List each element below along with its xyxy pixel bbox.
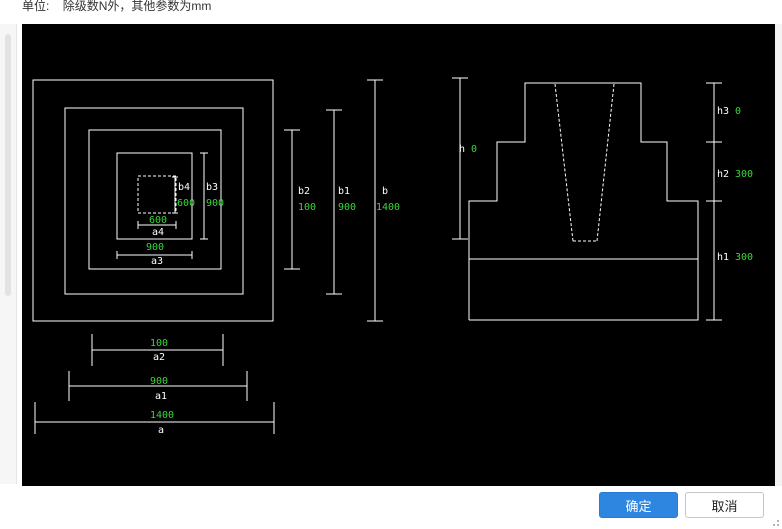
b1-value: 900 xyxy=(338,202,356,213)
left-scroll-panel xyxy=(0,24,17,484)
h1-value: 300 xyxy=(735,252,753,263)
column-a4 xyxy=(137,175,177,214)
b1-label: b1 xyxy=(338,186,350,197)
unit-label: 单位: xyxy=(22,0,50,13)
a2-label: a2 xyxy=(153,352,165,363)
resize-grip-icon[interactable] xyxy=(770,517,780,527)
foundation-diagram: b4 600 b3 900 600 a4 900 a3 b2 100 b1 90… xyxy=(32,77,753,436)
a4-label: a4 xyxy=(152,227,164,238)
stepped-footing-outline xyxy=(468,82,699,321)
h1-label: h1 xyxy=(717,252,729,263)
b4-label: b4 xyxy=(178,182,190,193)
h2-label: h2 xyxy=(717,169,729,180)
drawing-canvas: b4 600 b3 900 600 a4 900 a3 b2 100 b1 90… xyxy=(22,24,775,486)
b-value: 1400 xyxy=(376,202,400,213)
a-label: a xyxy=(158,425,164,436)
unit-note: 单位: 除级数N外，其他参数为mm xyxy=(22,0,211,14)
b3-label: b3 xyxy=(206,182,218,193)
a4-value: 600 xyxy=(149,215,167,226)
h-label: h xyxy=(459,144,465,155)
confirm-button[interactable]: 确定 xyxy=(599,492,678,518)
h2-value: 300 xyxy=(735,169,753,180)
a2-value: 100 xyxy=(150,338,168,349)
b3-value: 900 xyxy=(206,198,224,209)
right-edge-panel xyxy=(775,24,782,486)
h-value: 0 xyxy=(471,144,477,155)
a3-value: 900 xyxy=(146,242,164,253)
b2-label: b2 xyxy=(298,186,310,197)
cancel-button[interactable]: 取消 xyxy=(685,492,764,518)
b2-value: 100 xyxy=(298,202,316,213)
outer-square-a xyxy=(32,79,274,322)
a1-label: a1 xyxy=(155,391,167,402)
b-label: b xyxy=(382,186,388,197)
scrollbar[interactable] xyxy=(5,34,11,296)
unit-description: 除级数N外，其他参数为mm xyxy=(62,0,212,13)
h3-value: 0 xyxy=(735,106,741,117)
a-value: 1400 xyxy=(150,410,174,421)
b4-value: 600 xyxy=(177,198,195,209)
a3-label: a3 xyxy=(151,256,163,267)
h3-label: h3 xyxy=(717,106,729,117)
a1-value: 900 xyxy=(150,376,168,387)
